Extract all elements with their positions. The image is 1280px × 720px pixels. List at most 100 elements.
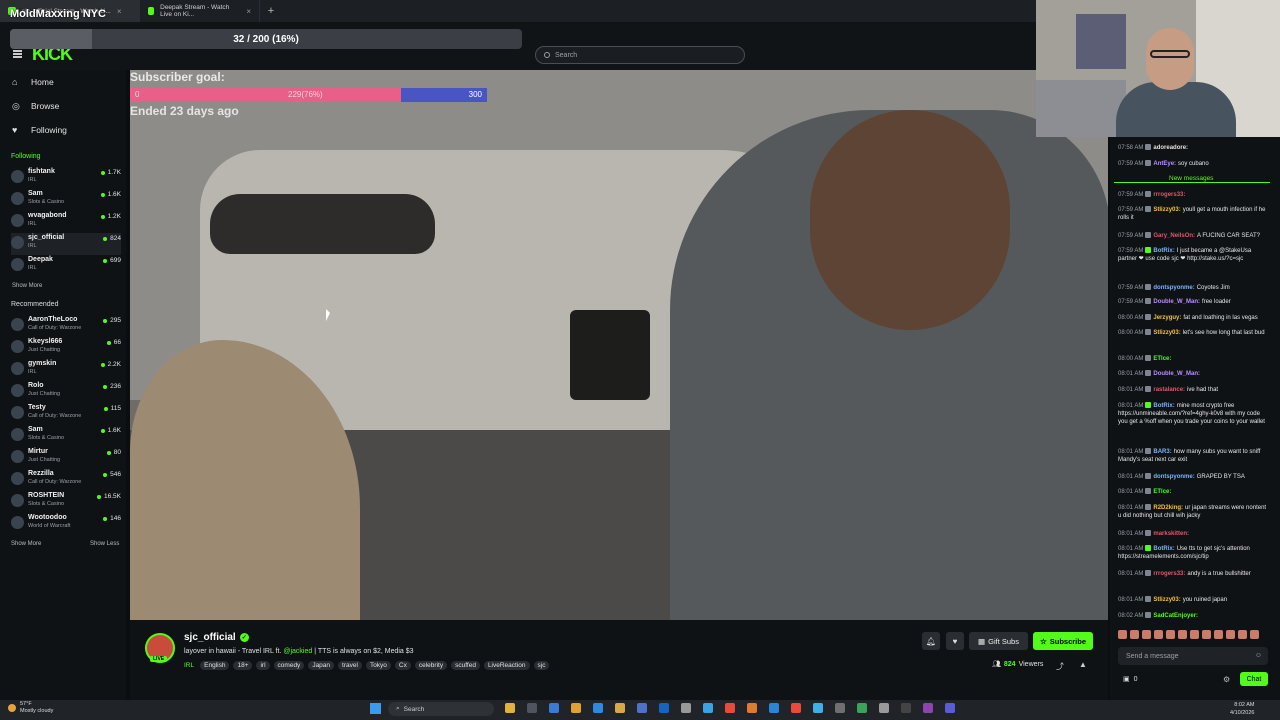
show-more-recommended-button[interactable]: Show More: [11, 541, 41, 547]
sidebar-channel-item[interactable]: AaronTheLoco Call of Duty: Warzone 295: [11, 315, 121, 337]
windows-start-icon[interactable]: [370, 703, 381, 714]
discord-icon[interactable]: [945, 703, 955, 713]
subscribe-button[interactable]: ☆ Subscribe: [1033, 632, 1093, 650]
new-tab-button[interactable]: +: [260, 5, 282, 17]
app-icon[interactable]: [835, 703, 845, 713]
emote-icon[interactable]: [1178, 630, 1187, 639]
chat-username[interactable]: rrrogers33:: [1153, 192, 1185, 198]
chat-username[interactable]: BotRix:: [1153, 403, 1174, 409]
emote-icon[interactable]: [1214, 630, 1223, 639]
new-messages-divider[interactable]: New messages: [1114, 175, 1270, 183]
stream-tag[interactable]: 18+: [233, 661, 253, 670]
steam-icon[interactable]: [813, 703, 823, 713]
emote-icon[interactable]: [1226, 630, 1235, 639]
stream-tag[interactable]: sjc: [533, 661, 550, 670]
system-clock[interactable]: 8:02 AM 4/10/2026: [1230, 701, 1254, 717]
emote-icon[interactable]: [1250, 630, 1259, 639]
folder-icon[interactable]: [571, 703, 581, 713]
sidebar-channel-item[interactable]: Sam Slots & Casino 1.6K: [11, 425, 121, 447]
app-icon[interactable]: [659, 703, 669, 713]
taskbar-search[interactable]: ⌕ Search: [388, 702, 494, 716]
taskview-icon[interactable]: [527, 703, 537, 713]
chat-username[interactable]: Stlizzy03:: [1153, 330, 1180, 336]
channel-name[interactable]: sjc_official ✓: [184, 632, 249, 643]
video-player[interactable]: [130, 70, 1108, 620]
sidebar-channel-item[interactable]: Wootoodoo World of Warcraft 146: [11, 513, 121, 535]
chat-username[interactable]: AntEye:: [1153, 161, 1176, 167]
share-icon[interactable]: ⤴: [1056, 661, 1064, 672]
stream-category[interactable]: IRL: [184, 662, 194, 669]
chat-username[interactable]: Gary_NeilsOn:: [1153, 233, 1195, 239]
emote-icon[interactable]: [1202, 630, 1211, 639]
chat-username[interactable]: Stlizzy03:: [1153, 207, 1180, 213]
chat-username[interactable]: Double_W_Man:: [1153, 371, 1200, 377]
stream-title-mention[interactable]: @jackied: [283, 648, 312, 655]
app-icon[interactable]: [901, 703, 911, 713]
chat-username[interactable]: rastalance:: [1153, 387, 1185, 393]
stream-tag[interactable]: comedy: [273, 661, 305, 670]
explorer-icon[interactable]: [505, 703, 515, 713]
chat-username[interactable]: R2D2king:: [1153, 505, 1183, 511]
sidebar-channel-item[interactable]: Testy Call of Duty: Warzone 115: [11, 403, 121, 425]
search-input[interactable]: Search: [535, 46, 745, 64]
sidebar-channel-item[interactable]: Rolo Just Chatting 236: [11, 381, 121, 403]
chat-settings-gear-icon[interactable]: ⚙: [1223, 675, 1230, 684]
app-icon[interactable]: [769, 703, 779, 713]
stream-tag[interactable]: Japan: [308, 661, 335, 670]
store-icon[interactable]: [681, 703, 691, 713]
stream-tag[interactable]: LiveReaction: [483, 661, 530, 670]
app-icon[interactable]: [879, 703, 889, 713]
stream-tag[interactable]: celebrity: [414, 661, 448, 670]
report-flag-icon[interactable]: ▲: [1079, 660, 1087, 669]
emote-icon[interactable]: [1238, 630, 1247, 639]
word-icon[interactable]: [637, 703, 647, 713]
chat-username[interactable]: dontspyonme:: [1153, 285, 1194, 291]
stream-tag[interactable]: irl: [256, 661, 270, 670]
chat-send-button[interactable]: Chat: [1240, 672, 1268, 686]
chat-username[interactable]: BAR3:: [1153, 449, 1171, 455]
chat-points[interactable]: ▣ 0: [1123, 675, 1138, 684]
show-less-button[interactable]: Show Less: [90, 541, 119, 547]
chat-message-input[interactable]: Send a message ☺: [1118, 647, 1268, 665]
obs-icon[interactable]: [923, 703, 933, 713]
sidebar-channel-item[interactable]: wvagabond IRL 1.2K: [11, 211, 121, 233]
notes-icon[interactable]: [615, 703, 625, 713]
notification-bell-button[interactable]: 🔔︎: [922, 632, 940, 650]
chat-username[interactable]: dontspyonme:: [1153, 474, 1194, 480]
chat-username[interactable]: SadCatEnjoyer:: [1153, 613, 1198, 619]
emote-icon[interactable]: [1142, 630, 1151, 639]
sidebar-nav-following[interactable]: ♥ Following: [12, 125, 67, 135]
emote-icon[interactable]: [1190, 630, 1199, 639]
chrome-icon[interactable]: [703, 703, 713, 713]
close-icon[interactable]: ×: [117, 7, 122, 16]
emote-icon[interactable]: [1118, 630, 1127, 639]
emote-icon[interactable]: [1130, 630, 1139, 639]
follow-button[interactable]: ♥: [946, 632, 964, 650]
chat-username[interactable]: rrrogers33:: [1153, 571, 1185, 577]
chat-username[interactable]: ETlce:: [1153, 489, 1171, 495]
sidebar-nav-home[interactable]: ⌂ Home: [12, 77, 54, 87]
stream-tag[interactable]: travel: [338, 661, 362, 670]
emote-icon[interactable]: [1166, 630, 1175, 639]
stream-tag[interactable]: Cx: [394, 661, 411, 670]
hamburger-menu-icon[interactable]: [13, 50, 22, 58]
sidebar-channel-item[interactable]: Mirtur Just Chatting 80: [11, 447, 121, 469]
app-icon[interactable]: [791, 703, 801, 713]
close-icon[interactable]: ×: [246, 7, 251, 16]
show-more-following-button[interactable]: Show More: [12, 283, 42, 289]
chat-username[interactable]: Stlizzy03:: [1153, 597, 1180, 603]
sidebar-channel-item[interactable]: Sam Slots & Casino 1.6K: [11, 189, 121, 211]
sidebar-channel-item[interactable]: ROSHTEIN Slots & Casino 16.5K: [11, 491, 121, 513]
emote-icon[interactable]: [1154, 630, 1163, 639]
chat-username[interactable]: BotRix:: [1153, 546, 1174, 552]
stream-tag[interactable]: English: [200, 661, 230, 670]
sidebar-channel-item[interactable]: gymskin IRL 2.2K: [11, 359, 121, 381]
sidebar-channel-item[interactable]: Kkeysl666 Just Chatting 66: [11, 337, 121, 359]
app-icon[interactable]: [747, 703, 757, 713]
youtube-icon[interactable]: [725, 703, 735, 713]
edge-icon[interactable]: [549, 703, 559, 713]
xbox-icon[interactable]: [857, 703, 867, 713]
sidebar-channel-item[interactable]: fishtank IRL 1.7K: [11, 167, 121, 189]
gift-subs-button[interactable]: ▦ Gift Subs: [969, 632, 1028, 650]
chat-username[interactable]: BotRix:: [1153, 248, 1174, 254]
